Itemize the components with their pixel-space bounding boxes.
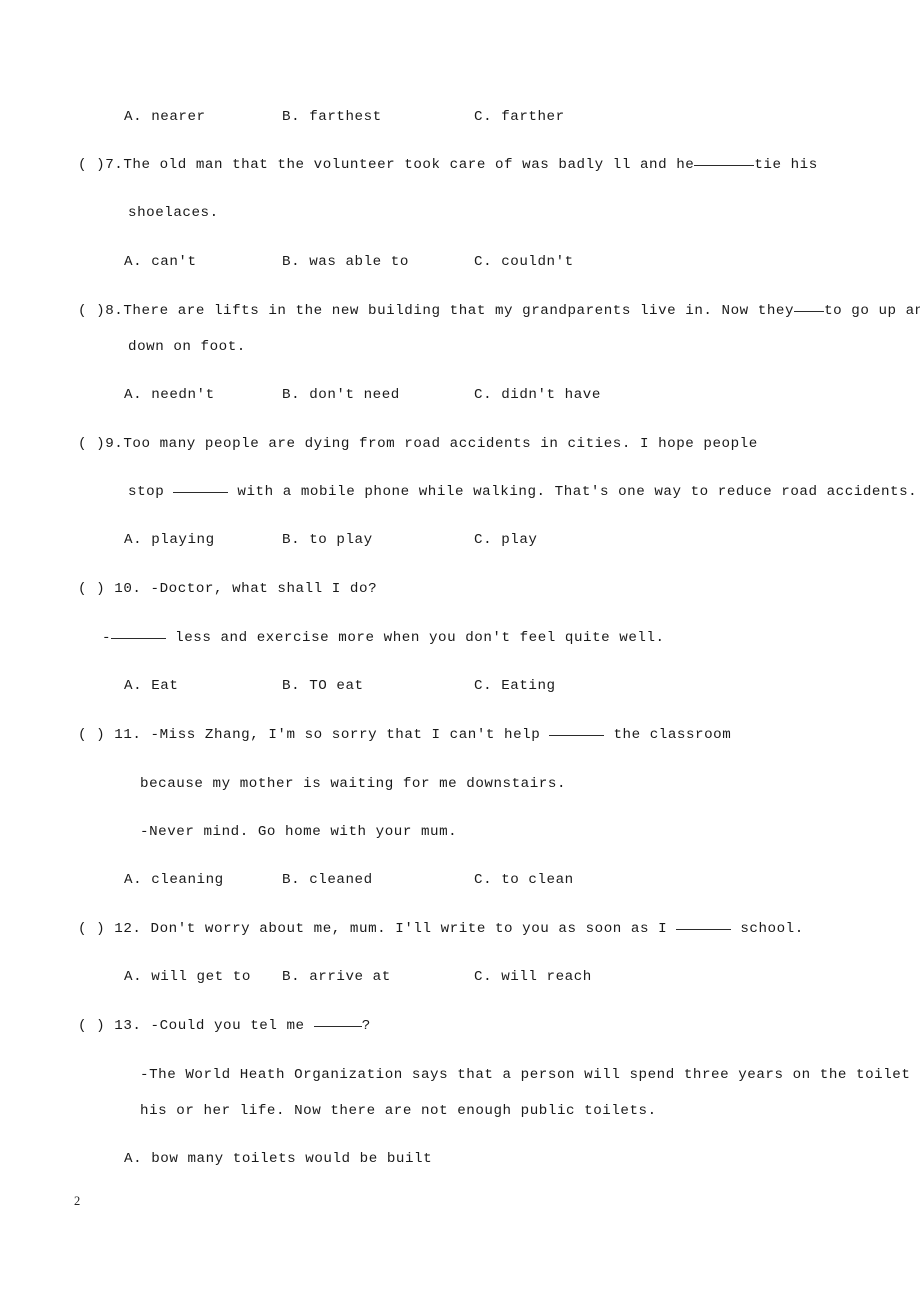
question-10-answer-suffix: less and exercise more when you don't fe… <box>175 630 665 646</box>
question-9-option-a[interactable]: A. playing <box>124 533 282 547</box>
question-8-option-b[interactable]: B. don't need <box>282 388 474 402</box>
page-number: 2 <box>74 1194 81 1208</box>
question-11-stem: ( ) 11. -Miss Zhang, I'm so sorry that I… <box>78 728 731 742</box>
question-12-options: A. will get to B. arrive at C. will reach <box>124 970 592 984</box>
question-9-continuation-after: with a mobile phone while walking. That'… <box>237 484 918 500</box>
question-10-blank[interactable] <box>111 638 167 639</box>
question-7-marker[interactable]: ( )7. <box>78 158 123 172</box>
question-11-option-a[interactable]: A. cleaning <box>124 873 282 887</box>
question-11-option-b[interactable]: B. cleaned <box>282 873 474 887</box>
question-12-blank[interactable] <box>676 929 732 930</box>
question-13-stem-text: -Could you tel me <box>150 1018 305 1034</box>
question-10-option-a[interactable]: A. Eat <box>124 679 282 693</box>
question-7-option-a[interactable]: A. can't <box>124 255 282 269</box>
question-7-option-c[interactable]: C. couldn't <box>474 255 574 269</box>
question-10-stem-text: -Doctor, what shall I do? <box>150 581 378 597</box>
question-13-continuation: -The World Heath Organization says that … <box>140 1067 920 1083</box>
question-7-stem-text: The old man that the volunteer took care… <box>123 157 695 173</box>
question-10-marker[interactable]: ( ) 10. <box>78 582 141 596</box>
question-11-marker[interactable]: ( ) 11. <box>78 728 141 742</box>
question-9-options: A. playing B. to play C. play <box>124 533 537 547</box>
question-12-option-b[interactable]: B. arrive at <box>282 970 474 984</box>
question-8-stem-text: There are lifts in the new building that… <box>123 303 795 319</box>
question-7-stem-text-after: tie his <box>754 157 818 173</box>
question-8-continuation: down on foot. <box>128 339 246 355</box>
question-7-stem: ( )7.The old man that the volunteer took… <box>78 158 818 172</box>
question-9-option-b[interactable]: B. to play <box>282 533 474 547</box>
question-10-option-c[interactable]: C. Eating <box>474 679 556 693</box>
question-11-option-c[interactable]: C. to clean <box>474 873 574 887</box>
question-9-stem-text: Too many people are dying from road acci… <box>123 436 758 452</box>
question-13-stem: ( ) 13. -Could you tel me ? <box>78 1019 371 1033</box>
question-9-continuation-before: stop <box>128 484 165 500</box>
question-8-option-c[interactable]: C. didn't have <box>474 388 601 402</box>
question-10-answer-prefix: - <box>102 630 112 646</box>
question-12-stem-text-after: school. <box>740 921 804 937</box>
question-7-option-b[interactable]: B. was able to <box>282 255 474 269</box>
question-7-options: A. can't B. was able to C. couldn't <box>124 255 574 269</box>
option-b[interactable]: B. farthest <box>282 110 474 124</box>
question-12-marker[interactable]: ( ) 12. <box>78 922 141 936</box>
question-12-stem-text: Don't worry about me, mum. I'll write to… <box>150 921 668 937</box>
question-13-blank[interactable] <box>313 1026 362 1027</box>
question-7-blank[interactable] <box>694 165 755 166</box>
question-13-option-a[interactable]: A. bow many toilets would be built <box>124 1152 432 1166</box>
option-a[interactable]: A. nearer <box>124 110 282 124</box>
question-9-stem: ( )9.Too many people are dying from road… <box>78 437 758 451</box>
question-9-option-c[interactable]: C. play <box>474 533 537 547</box>
question-10-option-b[interactable]: B. TO eat <box>282 679 474 693</box>
document-page: A. nearer B. farthest C. farther ( )7.The … <box>0 0 920 1302</box>
question-8-blank[interactable] <box>794 311 825 312</box>
question-9-blank[interactable] <box>173 492 229 493</box>
question-10-stem: ( ) 10. -Doctor, what shall I do? <box>78 582 377 596</box>
question-8-stem-text-after: to go up and <box>824 303 920 319</box>
question-8-options: A. needn't B. don't need C. didn't have <box>124 388 601 402</box>
question-11-continuation: because my mother is waiting for me down… <box>140 776 567 792</box>
question-9-marker[interactable]: ( )9. <box>78 437 123 451</box>
question-12-option-a[interactable]: A. will get to <box>124 970 282 984</box>
question-12-stem: ( ) 12. Don't worry about me, mum. I'll … <box>78 922 804 936</box>
question-10-options: A. Eat B. TO eat C. Eating <box>124 679 556 693</box>
question-8-option-a[interactable]: A. needn't <box>124 388 282 402</box>
question-13-stem-text-after: ? <box>361 1018 371 1034</box>
question-13-marker[interactable]: ( ) 13. <box>78 1019 141 1033</box>
question-10-answer-line: - less and exercise more when you don't … <box>102 631 665 645</box>
question-7-continuation: shoelaces. <box>128 205 219 221</box>
question-12-option-c[interactable]: C. will reach <box>474 970 592 984</box>
question-8-stem: ( )8.There are lifts in the new building… <box>78 304 920 318</box>
question-13-options: A. bow many toilets would be built <box>124 1152 432 1166</box>
question-11-reply: -Never mind. Go home with your mum. <box>140 824 458 840</box>
question-13-continuation-2: his or her life. Now there are not enoug… <box>140 1103 657 1119</box>
option-c[interactable]: C. farther <box>474 110 565 124</box>
question-11-blank[interactable] <box>549 735 605 736</box>
question-11-stem-text: -Miss Zhang, I'm so sorry that I can't h… <box>150 727 541 743</box>
options-row-previous-question: A. nearer B. farthest C. farther <box>124 110 565 124</box>
question-8-marker[interactable]: ( )8. <box>78 304 123 318</box>
question-11-options: A. cleaning B. cleaned C. to clean <box>124 873 574 887</box>
question-9-continuation: stop with a mobile phone while walking. … <box>128 485 917 499</box>
question-11-stem-text-after: the classroom <box>613 727 732 743</box>
